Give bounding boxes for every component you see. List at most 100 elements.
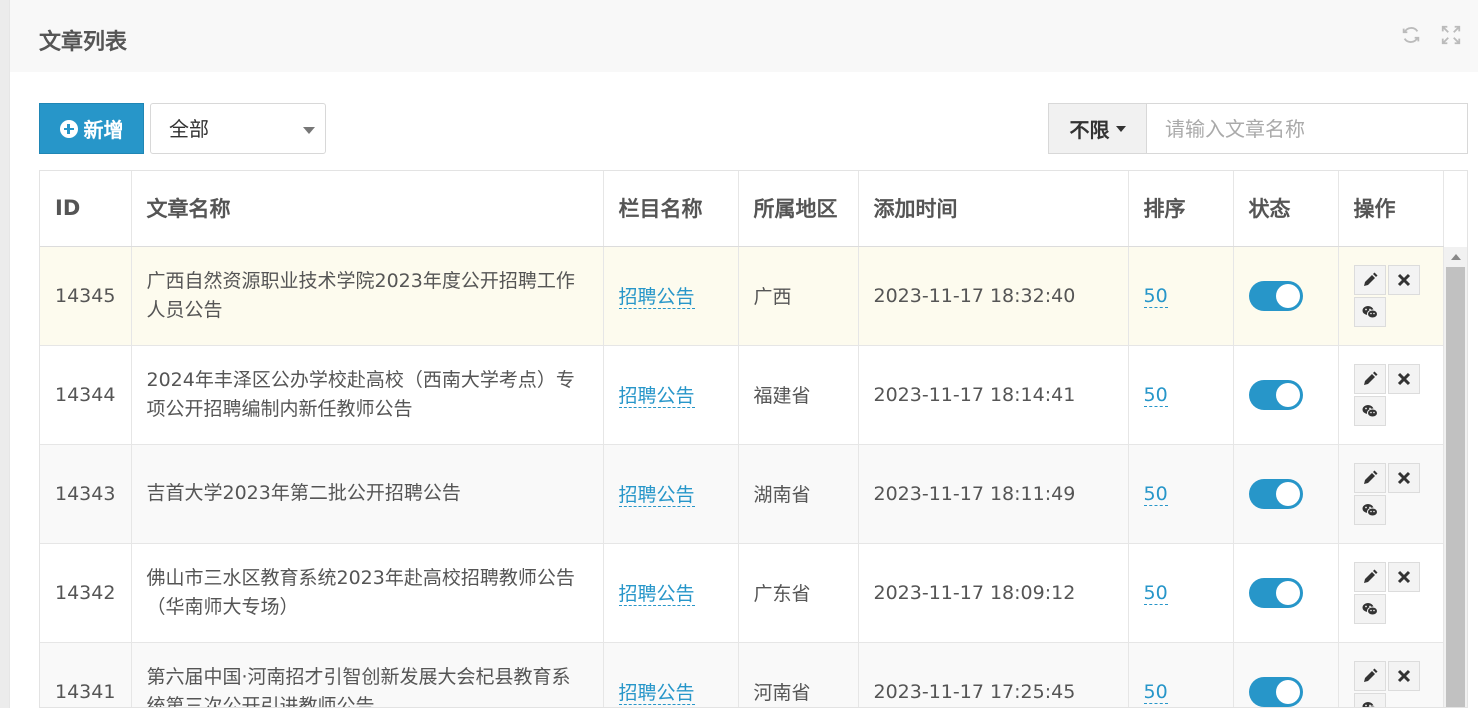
- chevron-down-icon: [303, 127, 315, 134]
- status-toggle[interactable]: [1248, 676, 1303, 707]
- column-header-region: 所属地区: [738, 171, 859, 247]
- edit-button[interactable]: [1353, 561, 1386, 592]
- filter-dropdown-label: 不限: [1069, 118, 1110, 142]
- wechat-icon: [1362, 404, 1378, 417]
- table-row: 14342 佛山市三水区教育系统2023年赴高校招聘教师公告（华南师大专场） 招…: [40, 543, 1444, 643]
- category-link[interactable]: 招聘公告: [618, 682, 695, 705]
- cell-status: [1233, 543, 1339, 643]
- cell-sort: 50: [1128, 642, 1234, 707]
- delete-button[interactable]: [1387, 363, 1420, 394]
- fullscreen-icon[interactable]: [1440, 24, 1462, 46]
- cell-category: 招聘公告: [603, 444, 739, 544]
- edit-button[interactable]: [1353, 660, 1386, 691]
- sort-value-link[interactable]: 50: [1143, 581, 1168, 605]
- edit-button[interactable]: [1353, 462, 1386, 493]
- sort-value-link[interactable]: 50: [1143, 680, 1168, 704]
- cell-time: 2023-11-17 18:09:12: [858, 543, 1129, 643]
- wechat-share-button[interactable]: [1353, 593, 1386, 624]
- panel-header: 文章列表: [10, 0, 1478, 72]
- column-header-category: 栏目名称: [603, 171, 739, 247]
- cell-ops: [1338, 642, 1444, 707]
- delete-button[interactable]: [1387, 462, 1420, 493]
- category-select[interactable]: 全部: [150, 103, 326, 154]
- cell-ops: [1338, 444, 1444, 544]
- cell-ops: [1338, 246, 1444, 346]
- wechat-share-button[interactable]: [1353, 494, 1386, 525]
- row-actions: [1353, 264, 1422, 327]
- scroll-up-arrow-icon[interactable]: [1444, 247, 1467, 267]
- close-icon: [1397, 669, 1410, 682]
- category-link[interactable]: 招聘公告: [618, 385, 695, 408]
- cell-sort: 50: [1128, 345, 1234, 445]
- search-input[interactable]: [1147, 103, 1468, 154]
- cell-status: [1233, 444, 1339, 544]
- table-row: 14343 吉首大学2023年第二批公开招聘公告 招聘公告 湖南省 2023-1…: [40, 444, 1444, 544]
- cell-time: 2023-11-17 18:32:40: [858, 246, 1129, 346]
- category-select-value: 全部: [169, 117, 209, 141]
- cell-id: 14342: [40, 543, 132, 643]
- cell-region: 广西: [738, 246, 859, 346]
- sort-value-link[interactable]: 50: [1143, 284, 1168, 308]
- cell-region: 广东省: [738, 543, 859, 643]
- edit-button[interactable]: [1353, 363, 1386, 394]
- status-toggle[interactable]: [1248, 577, 1303, 608]
- table-header-row: ID 文章名称 栏目名称 所属地区 添加时间 排序 状态 操作: [40, 171, 1444, 247]
- category-link[interactable]: 招聘公告: [618, 484, 695, 507]
- wechat-share-button[interactable]: [1353, 692, 1386, 707]
- page-title: 文章列表: [39, 30, 128, 55]
- cell-id: 14345: [40, 246, 132, 346]
- cell-region: 湖南省: [738, 444, 859, 544]
- cell-region: 福建省: [738, 345, 859, 445]
- status-toggle[interactable]: [1248, 379, 1303, 410]
- pencil-icon: [1363, 668, 1377, 682]
- cell-region: 河南省: [738, 642, 859, 707]
- pencil-icon: [1363, 569, 1377, 583]
- cell-status: [1233, 642, 1339, 707]
- wechat-icon: [1362, 701, 1377, 707]
- cell-category: 招聘公告: [603, 246, 739, 346]
- wechat-share-button[interactable]: [1353, 296, 1386, 327]
- article-table: ID 文章名称 栏目名称 所属地区 添加时间 排序 状态 操作 14345 广西…: [39, 170, 1468, 708]
- edit-button[interactable]: [1353, 264, 1386, 295]
- search-group: 不限: [1048, 103, 1468, 154]
- cell-category: 招聘公告: [603, 543, 739, 643]
- add-button-label: 新增: [83, 120, 124, 142]
- sort-value-link[interactable]: 50: [1143, 383, 1168, 407]
- table-row: 14341 第六届中国·河南招才引智创新发展大会杞县教育系统第三次公开引进教师公…: [40, 642, 1444, 707]
- caret-down-icon: [1115, 125, 1126, 132]
- table-row: 14344 2024年丰泽区公办学校赴高校（西南大学考点）专项公开招聘编制内新任…: [40, 345, 1444, 445]
- cell-ops: [1338, 543, 1444, 643]
- cell-time: 2023-11-17 18:14:41: [858, 345, 1129, 445]
- wechat-icon: [1362, 305, 1378, 318]
- cell-id: 14344: [40, 345, 132, 445]
- cell-status: [1233, 246, 1339, 346]
- pencil-icon: [1363, 371, 1377, 385]
- row-actions: [1353, 363, 1422, 426]
- row-actions: [1353, 660, 1422, 707]
- column-header-sort[interactable]: 排序: [1128, 171, 1234, 247]
- delete-button[interactable]: [1387, 660, 1420, 691]
- cell-status: [1233, 345, 1339, 445]
- delete-button[interactable]: [1387, 264, 1420, 295]
- row-actions: [1353, 462, 1422, 525]
- column-header-name: 文章名称: [131, 171, 604, 247]
- table-scrollbar[interactable]: [1444, 247, 1467, 707]
- cell-id: 14343: [40, 444, 132, 544]
- filter-dropdown[interactable]: 不限: [1048, 103, 1147, 154]
- scrollbar-thumb[interactable]: [1446, 267, 1465, 707]
- category-link[interactable]: 招聘公告: [618, 583, 695, 606]
- wechat-share-button[interactable]: [1353, 395, 1386, 426]
- refresh-icon[interactable]: [1400, 24, 1422, 46]
- add-button[interactable]: 新增: [39, 103, 144, 154]
- sort-value-link[interactable]: 50: [1143, 482, 1168, 506]
- delete-button[interactable]: [1387, 561, 1420, 592]
- pencil-icon: [1363, 470, 1377, 484]
- status-toggle[interactable]: [1248, 478, 1303, 509]
- status-toggle[interactable]: [1248, 280, 1303, 311]
- column-header-id[interactable]: ID: [40, 171, 132, 247]
- cell-category: 招聘公告: [603, 642, 739, 707]
- cell-article-name: 2024年丰泽区公办学校赴高校（西南大学考点）专项公开招聘编制内新任教师公告: [131, 345, 604, 445]
- plus-circle-icon: [59, 119, 78, 138]
- category-link[interactable]: 招聘公告: [618, 286, 695, 309]
- column-header-ops: 操作: [1338, 171, 1444, 247]
